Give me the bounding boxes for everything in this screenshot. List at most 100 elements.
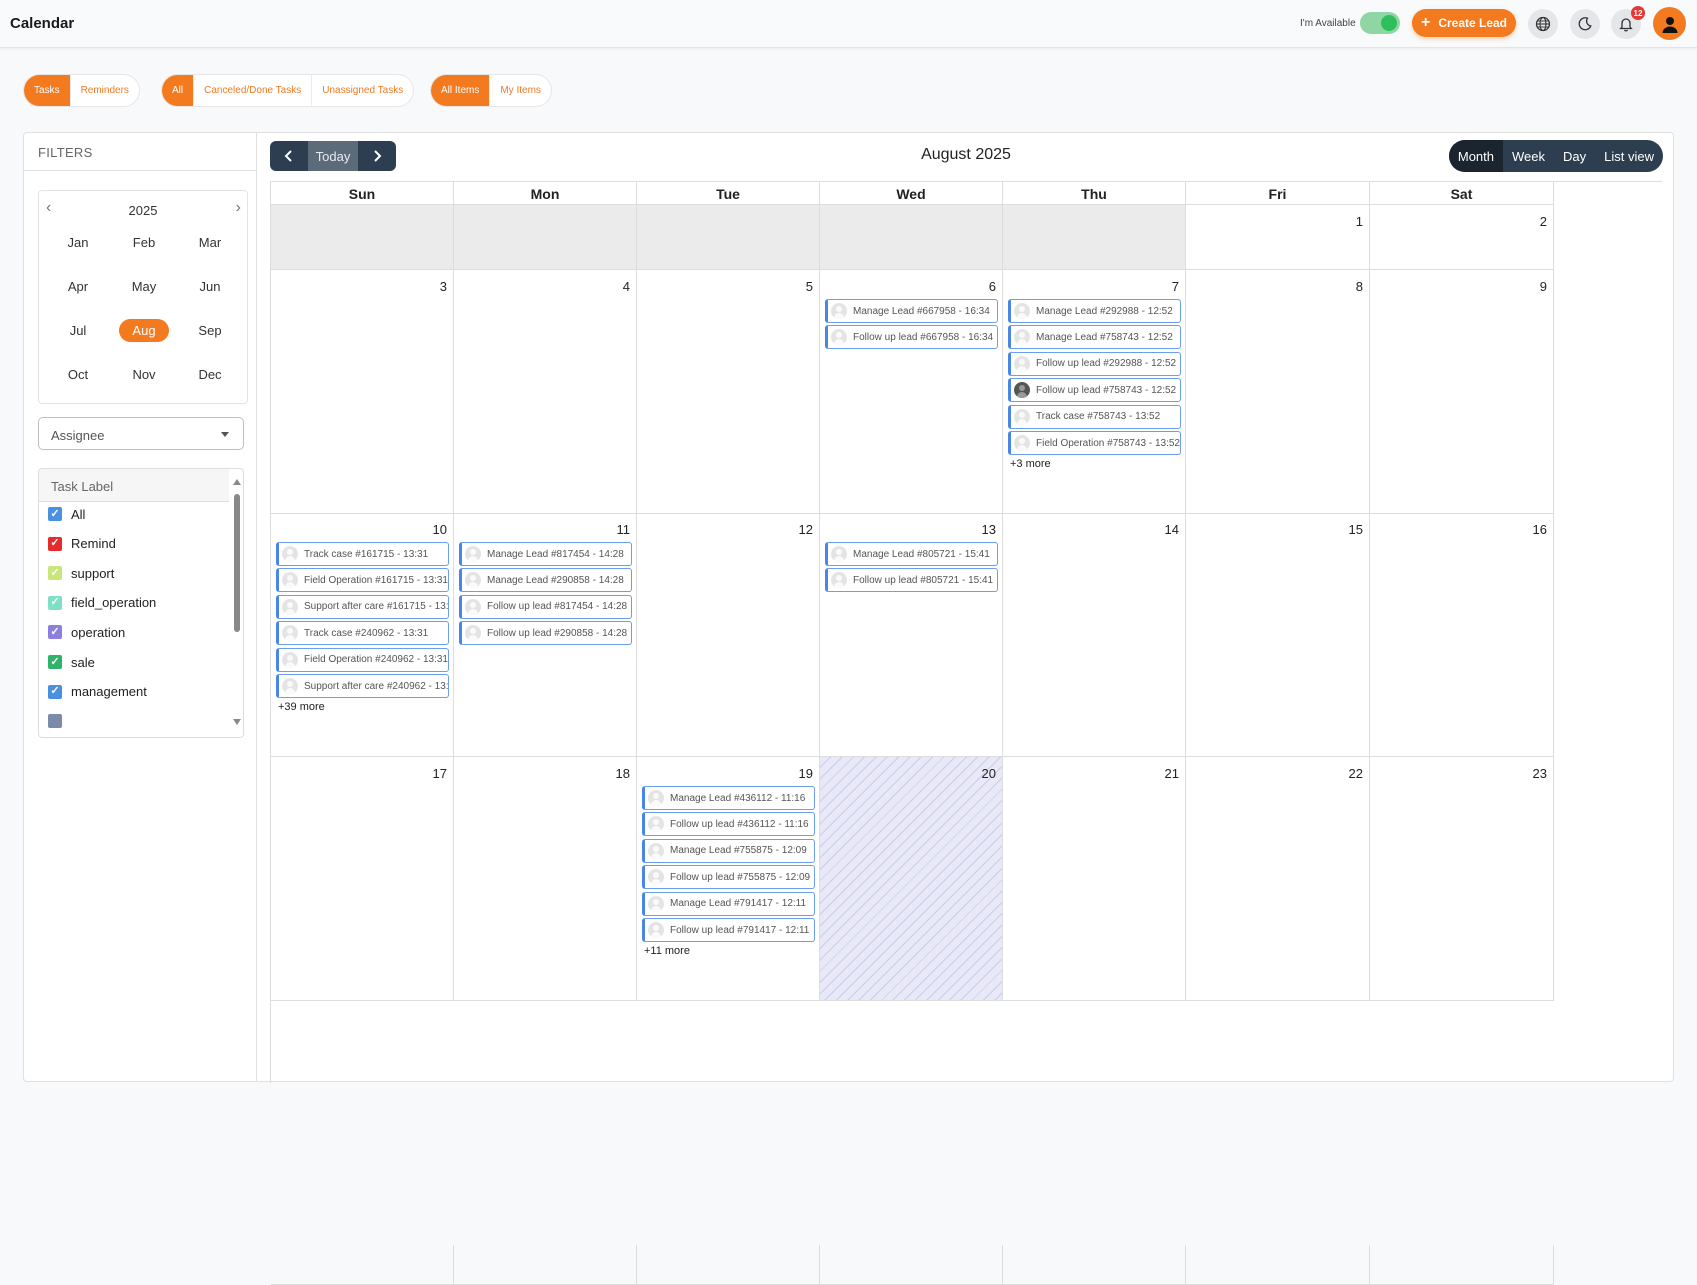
day-cell-9[interactable]: 9 — [1370, 270, 1554, 514]
view-month[interactable]: Month — [1448, 140, 1504, 172]
day-cell-6[interactable]: 6 Manage Lead #667958 - 16:34 Follow up le… — [820, 270, 1003, 514]
calendar-event[interactable]: Manage Lead #290858 - 14:28 — [459, 568, 632, 593]
calendar-event[interactable]: Follow up lead #667958 - 16:34 — [825, 325, 998, 350]
checkbox[interactable]: ✓ — [48, 625, 62, 640]
day-cell-empty[interactable] — [820, 205, 1003, 270]
day-cell-18[interactable]: 18 — [454, 757, 637, 1001]
month-apr[interactable]: Apr — [45, 273, 111, 299]
day-cell-13[interactable]: 13 Manage Lead #805721 - 15:41 Follow up l… — [820, 513, 1003, 757]
checkbox[interactable]: ✓ — [48, 655, 62, 669]
calendar-event[interactable]: Follow up lead #791417 - 12:11 — [642, 918, 815, 942]
month-nov[interactable]: Nov — [111, 361, 177, 387]
label-filter-support[interactable]: ✓ support — [48, 563, 114, 583]
day-cell-empty[interactable] — [1003, 1245, 1186, 1285]
day-cell-15[interactable]: 15 — [1186, 513, 1370, 757]
more-events-link[interactable]: +11 more — [644, 945, 690, 957]
day-cell-empty[interactable] — [454, 1245, 637, 1285]
tab-unassigned-tasks[interactable]: Unassigned Tasks — [312, 75, 413, 106]
calendar-event[interactable]: Follow up lead #805721 - 15:41 — [825, 568, 998, 593]
checkbox[interactable]: ✓ — [48, 595, 62, 610]
calendar-event[interactable]: Follow up lead #758743 - 12:52 — [1008, 378, 1181, 403]
checkbox[interactable]: ✓ — [48, 536, 62, 551]
calendar-event[interactable]: Follow up lead #292988 - 12:52 — [1008, 351, 1181, 376]
day-cell-5[interactable]: 5 — [637, 270, 820, 514]
tab-all-items[interactable]: All Items — [431, 75, 491, 106]
calendar-event[interactable]: Manage Lead #667958 - 16:34 — [825, 299, 998, 323]
view-list-view[interactable]: List view — [1595, 140, 1663, 172]
day-cell-empty[interactable] — [820, 1245, 1003, 1285]
assignee-select[interactable]: Assignee — [38, 417, 244, 450]
scroll-up-icon[interactable] — [233, 479, 241, 485]
calendar-event[interactable]: Follow up lead #436112 - 11:16 — [642, 812, 815, 837]
calendar-event[interactable]: Support after care #161715 - 13:31 — [276, 594, 449, 619]
scroll-down-icon[interactable] — [233, 719, 241, 725]
chevron-right-icon[interactable]: › — [236, 199, 241, 217]
day-cell-7[interactable]: 7 Manage Lead #292988 - 12:52 Manage Lead … — [1003, 270, 1186, 514]
month-jun[interactable]: Jun — [177, 273, 243, 299]
month-mar[interactable]: Mar — [177, 229, 243, 255]
label-filter-operation[interactable]: ✓ operation — [48, 622, 125, 642]
day-cell-22[interactable]: 22 — [1186, 757, 1370, 1001]
calendar-event[interactable]: Manage Lead #791417 - 12:11 — [642, 891, 815, 916]
day-cell-2[interactable]: 2 — [1370, 205, 1554, 270]
more-events-link[interactable]: +39 more — [278, 701, 325, 713]
calendar-event[interactable]: Support after care #240962 - 13:31 — [276, 674, 449, 698]
calendar-event[interactable]: Follow up lead #817454 - 14:28 — [459, 594, 632, 619]
day-cell-16[interactable]: 16 — [1370, 513, 1554, 757]
month-oct[interactable]: Oct — [45, 361, 111, 387]
day-cell-8[interactable]: 8 — [1186, 270, 1370, 514]
month-sep[interactable]: Sep — [177, 317, 243, 343]
calendar-event[interactable]: Manage Lead #755875 - 12:09 — [642, 838, 815, 863]
user-avatar[interactable] — [1653, 7, 1686, 40]
scrollbar-thumb[interactable] — [234, 494, 240, 632]
create-lead-button[interactable]: + Create Lead — [1412, 9, 1516, 37]
day-cell-23[interactable]: 23 — [1370, 757, 1554, 1001]
tab-canceled-done-tasks[interactable]: Canceled/Done Tasks — [194, 75, 313, 106]
scrollbar[interactable] — [233, 479, 241, 725]
day-cell-empty[interactable] — [637, 205, 820, 270]
day-cell-empty[interactable] — [637, 1245, 820, 1285]
day-cell-4[interactable]: 4 — [454, 270, 637, 514]
calendar-event[interactable]: Field Operation #161715 - 13:31 — [276, 568, 449, 593]
calendar-event[interactable]: Field Operation #758743 - 13:52 — [1008, 431, 1181, 455]
day-cell-empty[interactable] — [454, 205, 637, 270]
tab-my-items[interactable]: My Items — [490, 75, 551, 106]
day-cell-17[interactable]: 17 — [271, 757, 454, 1001]
calendar-event[interactable]: Follow up lead #290858 - 14:28 — [459, 621, 632, 646]
checkbox[interactable]: ✓ — [48, 684, 62, 699]
month-jan[interactable]: Jan — [45, 229, 111, 255]
label-filter-all[interactable]: ✓ All — [48, 504, 85, 524]
tab-reminders[interactable]: Reminders — [71, 75, 139, 106]
language-button[interactable] — [1528, 9, 1558, 39]
day-cell-10[interactable]: 10 Track case #161715 - 13:31 Field Operat… — [271, 513, 454, 757]
calendar-event[interactable]: Manage Lead #292988 - 12:52 — [1008, 299, 1181, 323]
day-cell-empty[interactable] — [1370, 1245, 1554, 1285]
day-cell-19[interactable]: 19 Manage Lead #436112 - 11:16 Follow up l… — [637, 757, 820, 1001]
month-aug[interactable]: Aug — [111, 317, 177, 343]
availability-toggle[interactable] — [1360, 12, 1400, 34]
calendar-event[interactable]: Track case #758743 - 13:52 — [1008, 404, 1181, 429]
day-cell-empty[interactable] — [271, 205, 454, 270]
calendar-event[interactable]: Field Operation #240962 - 13:31 — [276, 647, 449, 672]
label-filter-remind[interactable]: ✓ Remind — [48, 534, 116, 554]
month-feb[interactable]: Feb — [111, 229, 177, 255]
calendar-event[interactable]: Manage Lead #436112 - 11:16 — [642, 786, 815, 810]
day-cell-3[interactable]: 3 — [271, 270, 454, 514]
checkbox[interactable]: ✓ — [48, 507, 62, 521]
view-day[interactable]: Day — [1554, 140, 1595, 172]
label-filter-management[interactable]: ✓ management — [48, 682, 147, 702]
checkbox[interactable]: ✓ — [48, 566, 62, 581]
calendar-event[interactable]: Manage Lead #805721 - 15:41 — [825, 542, 998, 566]
calendar-event[interactable]: Manage Lead #817454 - 14:28 — [459, 542, 632, 566]
day-cell-20[interactable]: 20 — [820, 757, 1003, 1001]
day-cell-empty[interactable] — [271, 1245, 454, 1285]
label-filter-sale[interactable]: ✓ sale — [48, 652, 95, 672]
calendar-event[interactable]: Manage Lead #758743 - 12:52 — [1008, 325, 1181, 350]
theme-toggle-button[interactable] — [1570, 9, 1600, 39]
month-dec[interactable]: Dec — [177, 361, 243, 387]
month-may[interactable]: May — [111, 273, 177, 299]
more-events-link[interactable]: +3 more — [1010, 458, 1051, 470]
day-cell-1[interactable]: 1 — [1186, 205, 1370, 270]
view-week[interactable]: Week — [1503, 140, 1554, 172]
day-cell-14[interactable]: 14 — [1003, 513, 1186, 757]
